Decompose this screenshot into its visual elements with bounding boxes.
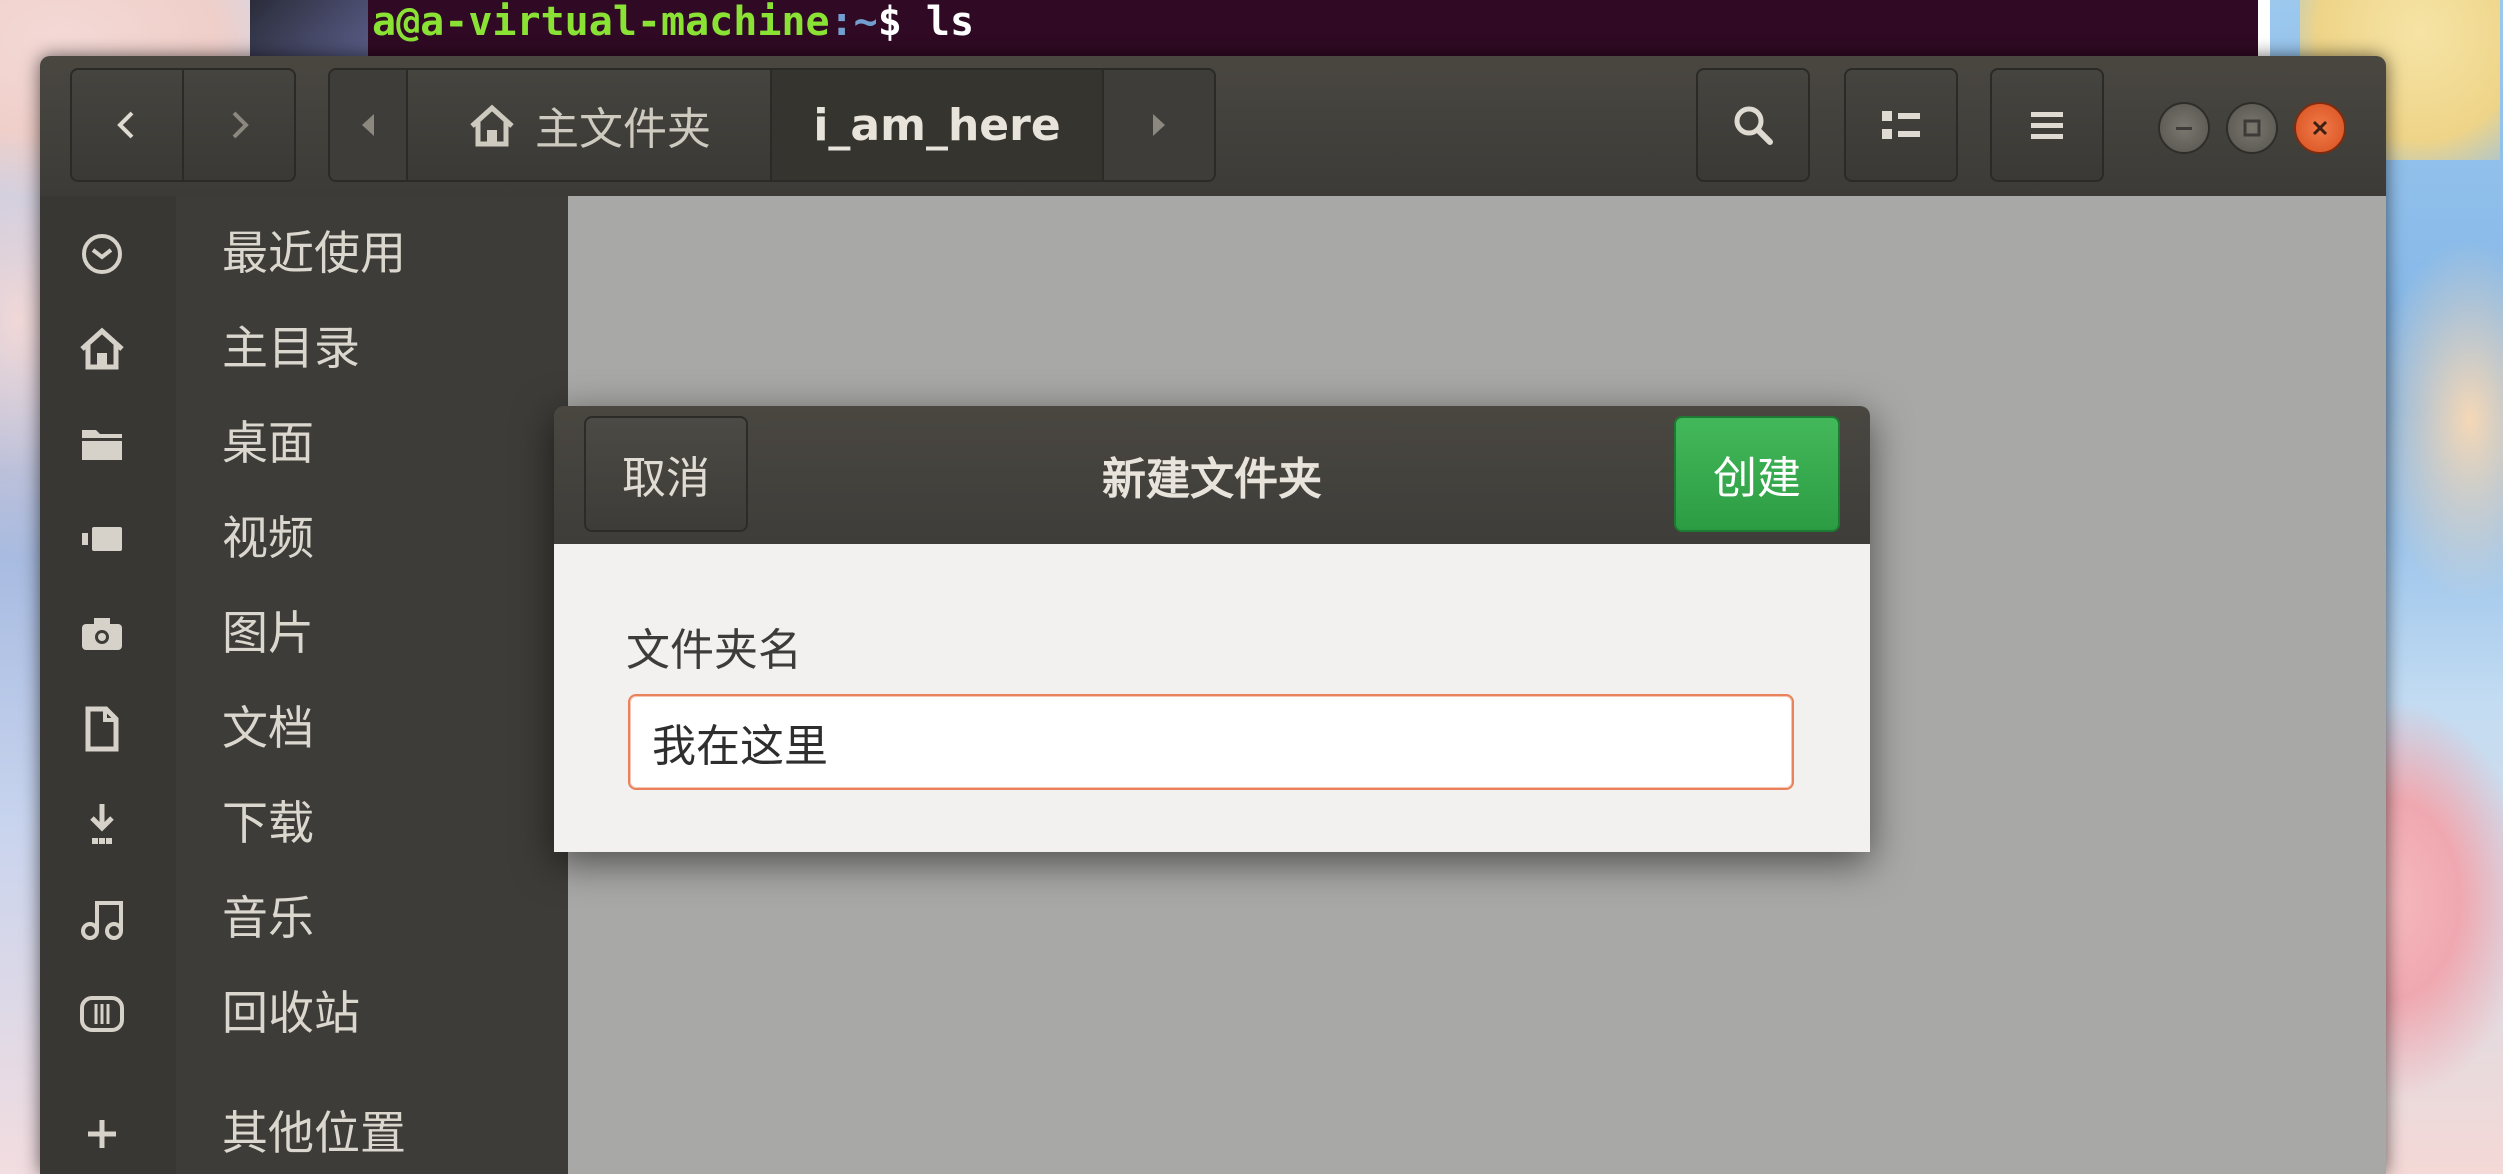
sidebar-item-label: 音乐	[222, 891, 314, 945]
sidebar-item-label: 桌面	[222, 416, 314, 470]
maximize-icon	[2243, 119, 2261, 137]
sidebar-item-label: 其他位置	[222, 1106, 406, 1160]
dialog-title: 新建文件夹	[1102, 454, 1322, 505]
terminal-prompt-line: a@a-virtual-machine:~$ ls	[372, 0, 974, 46]
dialog-header: 取消 新建文件夹 创建	[554, 406, 1870, 544]
document-icon	[85, 706, 119, 752]
sidebar-item-label: 视频	[222, 511, 314, 565]
music-icon	[81, 901, 123, 940]
folder-name-input[interactable]	[628, 694, 1794, 790]
home-icon	[470, 104, 514, 147]
path-scroll-left-button[interactable]	[330, 70, 406, 180]
list-view-icon	[1882, 111, 1920, 139]
camera-icon	[82, 618, 122, 650]
header-bar: 主文件夹 i_am_here	[40, 56, 2386, 197]
sidebar-item-label: 最近使用	[222, 226, 406, 280]
sidebar-item-videos[interactable]: 视频	[40, 497, 568, 577]
create-button[interactable]: 创建	[1674, 416, 1840, 532]
folder-icon	[82, 430, 122, 460]
terminal-path: :~	[829, 0, 878, 45]
search-icon	[1734, 106, 1773, 145]
sidebar-item-other-locations[interactable]: 其他位置	[40, 1092, 568, 1172]
sidebar-item-recent[interactable]: 最近使用	[40, 212, 568, 292]
sidebar-item-label: 主目录	[222, 321, 360, 375]
sidebar-item-pictures[interactable]: 图片	[40, 592, 568, 672]
minimize-button[interactable]	[2158, 102, 2210, 154]
new-folder-dialog: 取消 新建文件夹 创建 文件夹名	[554, 406, 1870, 852]
terminal-command: $ ls	[877, 0, 975, 45]
cancel-button[interactable]: 取消	[584, 416, 748, 532]
sidebar-item-documents[interactable]: 文档	[40, 687, 568, 767]
path-current-label: i_am_here	[813, 99, 1061, 151]
chevron-left-icon	[117, 111, 134, 139]
maximize-button[interactable]	[2226, 102, 2278, 154]
sidebar-item-downloads[interactable]: 下载	[40, 782, 568, 862]
places-sidebar: 最近使用 主目录 桌面 视频 图片 文档 下载 音乐 回收站 其他位置	[40, 196, 569, 1174]
sidebar-item-home[interactable]: 主目录	[40, 307, 568, 387]
sidebar-item-label: 回收站	[222, 986, 360, 1040]
back-button[interactable]	[70, 68, 184, 182]
path-current-button[interactable]: i_am_here	[772, 70, 1104, 180]
clock-icon	[82, 234, 122, 274]
sidebar-item-music[interactable]: 音乐	[40, 877, 568, 957]
path-home-button[interactable]: 主文件夹	[406, 70, 772, 180]
minimize-icon	[2176, 127, 2192, 130]
folder-name-label: 文件夹名	[626, 625, 802, 676]
close-icon	[2312, 120, 2328, 136]
sidebar-item-trash[interactable]: 回收站	[40, 972, 568, 1052]
hamburger-menu-icon	[2031, 112, 2063, 139]
sidebar-item-label: 文档	[222, 701, 314, 755]
download-icon	[90, 804, 114, 844]
plus-icon	[88, 1120, 116, 1148]
triangle-left-icon	[362, 114, 374, 136]
dialog-body: 文件夹名	[554, 544, 1870, 852]
sidebar-item-label: 图片	[222, 606, 314, 660]
sidebar-item-desktop[interactable]: 桌面	[40, 402, 568, 482]
path-scroll-right-button[interactable]	[1104, 70, 1214, 180]
menu-button[interactable]	[1990, 68, 2104, 182]
video-icon	[82, 527, 122, 551]
sidebar-item-label: 下载	[222, 796, 314, 850]
search-button[interactable]	[1696, 68, 1810, 182]
trash-icon	[80, 996, 124, 1032]
terminal-window: a@a-virtual-machine:~$ ls	[368, 0, 2258, 60]
close-button[interactable]	[2294, 102, 2346, 154]
home-icon	[80, 327, 124, 370]
chevron-right-icon	[232, 111, 249, 139]
path-bar: 主文件夹 i_am_here	[328, 68, 1216, 182]
triangle-right-icon	[1153, 114, 1165, 136]
view-toggle-button[interactable]	[1844, 68, 1958, 182]
terminal-user-host: a@a-virtual-machine	[372, 0, 830, 45]
path-home-label: 主文件夹	[535, 104, 711, 155]
forward-button[interactable]	[182, 68, 296, 182]
